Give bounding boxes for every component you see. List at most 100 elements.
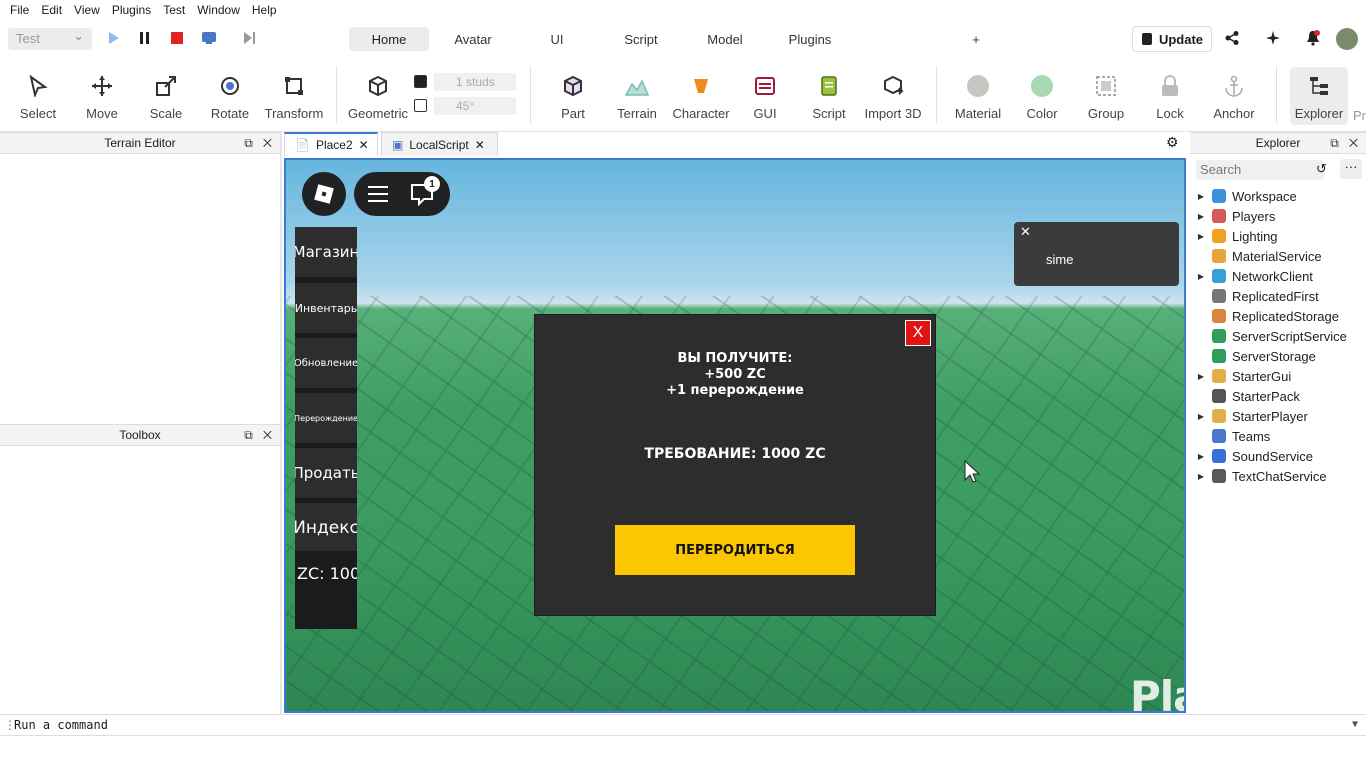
expand-arrow-icon[interactable]: ▶ [1190, 232, 1212, 241]
drag-handle-icon[interactable]: ⋮ [4, 715, 16, 735]
rebirth-confirm-button[interactable]: ПЕРЕРОДИТЬСЯ [615, 525, 855, 575]
lock-button[interactable]: Lock [1138, 72, 1202, 121]
move-snap-checkbox[interactable] [414, 75, 427, 88]
tab-avatar[interactable]: Avatar [441, 27, 505, 51]
chevron-down-icon[interactable]: ▼ [1352, 715, 1358, 735]
close-icon[interactable]: ✕ [475, 138, 485, 152]
menu-plugins[interactable]: Plugins [106, 3, 157, 17]
explorer-item-starterplayer[interactable]: ▶ StarterPlayer [1190, 406, 1366, 426]
move-step-field[interactable]: 1 studs [434, 73, 516, 91]
explorer-item-startergui[interactable]: ▶ StarterGui [1190, 366, 1366, 386]
notifications-icon[interactable] [1303, 28, 1323, 48]
expand-arrow-icon[interactable]: ▶ [1190, 472, 1212, 481]
close-icon[interactable]: ✕ [1020, 224, 1031, 240]
expand-arrow-icon[interactable]: ▶ [1190, 192, 1212, 201]
explorer-item-starterpack[interactable]: StarterPack [1190, 386, 1366, 406]
rotate-step-field[interactable]: 45° [434, 97, 516, 115]
menu-window[interactable]: Window [191, 3, 246, 17]
explorer-item-replicatedfirst[interactable]: ReplicatedFirst [1190, 286, 1366, 306]
tab-home[interactable]: Home [349, 27, 429, 51]
pause-icon[interactable] [135, 28, 155, 48]
tab-model[interactable]: Model [697, 27, 753, 51]
panel-divider[interactable] [280, 132, 282, 714]
menu-help[interactable]: Help [246, 3, 283, 17]
tab-script[interactable]: Script [611, 27, 671, 51]
expand-arrow-icon[interactable]: ▶ [1190, 212, 1212, 221]
game-viewport[interactable]: 1 Магазин Инвентарь Обновление Перерожде… [284, 158, 1186, 713]
explorer-item-serverscriptservice[interactable]: ServerScriptService [1190, 326, 1366, 346]
undock-icon[interactable]: ⧉ [1330, 136, 1339, 150]
hamburger-menu-icon[interactable] [368, 184, 390, 207]
inventory-button[interactable]: Инвентарь [295, 283, 357, 333]
explorer-item-teams[interactable]: Teams [1190, 426, 1366, 446]
tab-place2[interactable]: 📄 Place2 ✕ [284, 132, 378, 156]
explorer-item-networkclient[interactable]: ▶ NetworkClient [1190, 266, 1366, 286]
undock-icon[interactable]: ⧉ [244, 428, 253, 442]
explorer-button[interactable]: Explorer [1290, 67, 1348, 125]
color-button[interactable]: Color [1010, 72, 1074, 121]
explorer-item-players[interactable]: ▶ Players [1190, 206, 1366, 226]
roblox-menu-button[interactable] [302, 172, 346, 216]
tab-localscript[interactable]: ▣ LocalScript ✕ [381, 132, 498, 156]
settings-gear-icon[interactable]: ⚙ [1166, 134, 1179, 151]
material-button[interactable]: Material [946, 72, 1010, 121]
add-tab-button[interactable]: + [966, 27, 986, 51]
scale-tool[interactable]: Scale [134, 72, 198, 121]
index-button[interactable]: Индекс [295, 503, 357, 553]
menu-edit[interactable]: Edit [35, 3, 68, 17]
undock-icon[interactable]: ⧉ [244, 136, 253, 150]
tab-plugins[interactable]: Plugins [780, 27, 840, 51]
test-mode-select[interactable]: Test [8, 28, 92, 50]
close-icon[interactable]: ✕ [359, 138, 369, 152]
tab-ui[interactable]: UI [537, 27, 577, 51]
terrain-button[interactable]: Terrain [605, 72, 669, 121]
history-icon[interactable]: ↺ [1316, 161, 1327, 177]
rotate-tool[interactable]: Rotate [198, 72, 262, 121]
close-icon[interactable]: ✕ [263, 428, 272, 442]
command-input[interactable]: Run a command [14, 718, 108, 732]
stop-icon[interactable] [167, 28, 187, 48]
client-server-icon[interactable] [199, 28, 219, 48]
menu-test[interactable]: Test [157, 3, 191, 17]
explorer-item-soundservice[interactable]: ▶ SoundService [1190, 446, 1366, 466]
anchor-button[interactable]: Anchor [1202, 72, 1266, 121]
script-button[interactable]: Script [797, 72, 861, 121]
explorer-search-input[interactable]: Search [1196, 160, 1324, 180]
menu-view[interactable]: View [68, 3, 106, 17]
play-icon[interactable] [104, 28, 124, 48]
shop-button[interactable]: Магазин [295, 227, 357, 277]
gui-button[interactable]: GUI [733, 72, 797, 121]
menu-file[interactable]: File [4, 3, 35, 17]
rebirth-button[interactable]: Перерождение [295, 393, 357, 443]
sell-button[interactable]: Продать [295, 448, 357, 498]
explorer-item-textchatservice[interactable]: ▶ TextChatService [1190, 466, 1366, 486]
import-3d-button[interactable]: Import 3D [861, 72, 925, 121]
expand-arrow-icon[interactable]: ▶ [1190, 372, 1212, 381]
assistant-icon[interactable] [1263, 28, 1283, 48]
avatar[interactable] [1336, 28, 1358, 50]
close-icon[interactable]: ✕ [263, 136, 272, 150]
select-tool[interactable]: Select [6, 72, 70, 121]
step-icon[interactable] [240, 28, 260, 48]
update-info-button[interactable]: Обновление [295, 338, 357, 388]
explorer-item-materialservice[interactable]: MaterialService [1190, 246, 1366, 266]
rotate-snap-checkbox[interactable] [414, 99, 427, 112]
explorer-item-replicatedstorage[interactable]: ReplicatedStorage [1190, 306, 1366, 326]
explorer-item-lighting[interactable]: ▶ Lighting [1190, 226, 1366, 246]
geometric-mode[interactable]: Geometric [346, 72, 410, 121]
update-button[interactable]: Update [1132, 26, 1212, 52]
share-icon[interactable] [1222, 28, 1242, 48]
dialog-close-button[interactable]: X [905, 320, 931, 346]
expand-arrow-icon[interactable]: ▶ [1190, 452, 1212, 461]
group-button[interactable]: Group [1074, 72, 1138, 121]
expand-arrow-icon[interactable]: ▶ [1190, 412, 1212, 421]
character-button[interactable]: Character [669, 72, 733, 121]
close-icon[interactable]: ✕ [1349, 136, 1358, 150]
move-tool[interactable]: Move [70, 72, 134, 121]
more-options-icon[interactable]: ··· [1340, 159, 1362, 179]
part-button[interactable]: Part [541, 72, 605, 121]
explorer-item-workspace[interactable]: ▶ Workspace [1190, 186, 1366, 206]
command-bar[interactable]: ⋮ Run a command ▼ [0, 714, 1366, 736]
transform-tool[interactable]: Transform [262, 72, 326, 121]
expand-arrow-icon[interactable]: ▶ [1190, 272, 1212, 281]
